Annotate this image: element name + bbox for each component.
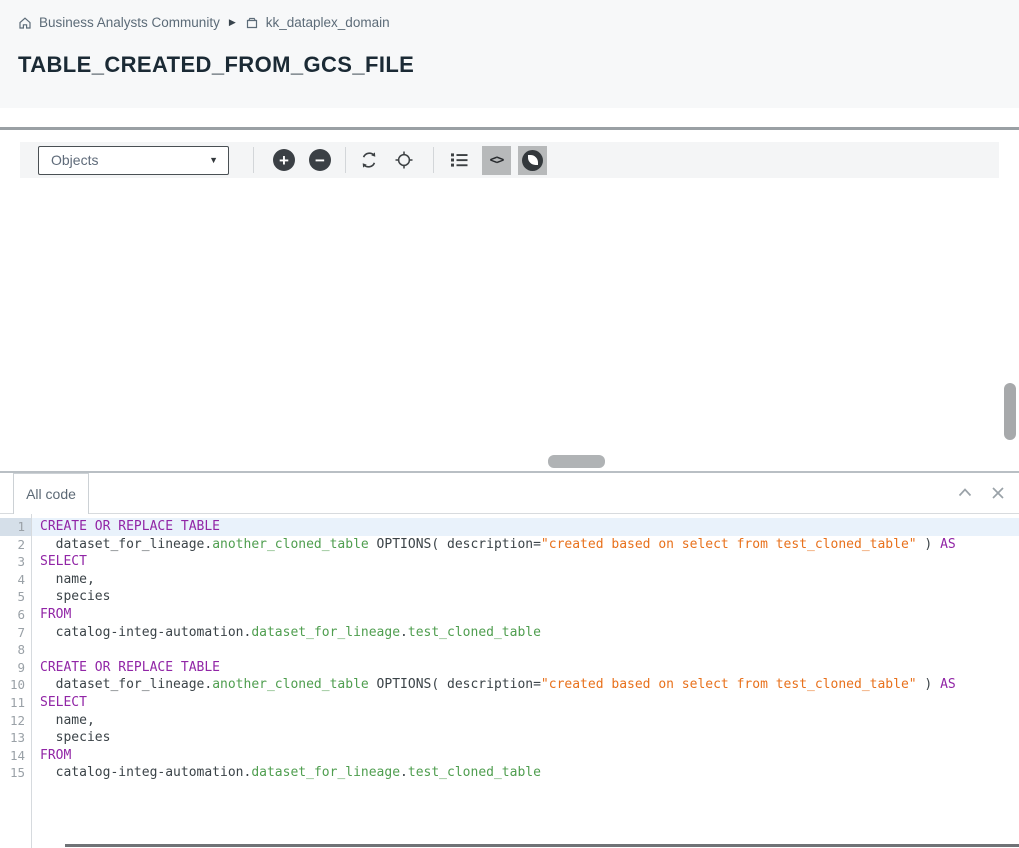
canvas-vertical-scrollbar[interactable]	[1004, 383, 1016, 440]
line-number: 7	[0, 624, 31, 642]
minus-icon: −	[315, 152, 325, 169]
close-icon	[989, 484, 1007, 502]
collapse-panel-button[interactable]	[956, 484, 974, 502]
breadcrumb: Business Analysts Community ▶ kk_dataple…	[18, 15, 390, 30]
code-gutter: 123456789101112131415	[0, 514, 32, 848]
panel-resize-handle[interactable]	[548, 455, 605, 468]
breadcrumb-domain-link[interactable]: kk_dataplex_domain	[266, 15, 390, 30]
line-number: 9	[0, 659, 31, 677]
line-number: 8	[0, 641, 31, 659]
refresh-layout-button[interactable]	[359, 150, 379, 170]
code-line[interactable]: FROM	[32, 747, 1019, 765]
pen-icon	[522, 150, 543, 171]
code-line[interactable]: catalog-integ-automation.dataset_for_lin…	[32, 764, 1019, 782]
code-line[interactable]: species	[32, 729, 1019, 747]
page-header: Business Analysts Community ▶ kk_dataple…	[0, 0, 1019, 108]
line-number: 12	[0, 712, 31, 730]
plus-icon: +	[279, 152, 289, 169]
tab-all-code-label: All code	[26, 486, 76, 502]
code-panel-tabbar: All code	[0, 473, 1019, 514]
lineage-toolbar: Objects ▼ + −	[20, 142, 999, 178]
zoom-out-button[interactable]: −	[309, 149, 331, 171]
view-mode-value: Objects	[51, 152, 98, 168]
code-line[interactable]: CREATE OR REPLACE TABLE	[32, 659, 1019, 677]
code-line[interactable]: dataset_for_lineage.another_cloned_table…	[32, 536, 1019, 554]
breadcrumb-community-label: Business Analysts Community	[39, 15, 220, 30]
line-number: 11	[0, 694, 31, 712]
code-editor: 123456789101112131415 CREATE OR REPLACE …	[0, 514, 1019, 848]
code-line[interactable]: catalog-integ-automation.dataset_for_lin…	[32, 624, 1019, 642]
breadcrumb-domain-label: kk_dataplex_domain	[266, 15, 390, 30]
line-number: 13	[0, 729, 31, 747]
domain-icon	[245, 16, 259, 30]
line-number: 15	[0, 764, 31, 782]
breadcrumb-community-link[interactable]: Business Analysts Community	[39, 15, 220, 30]
tab-all-code[interactable]: All code	[13, 473, 89, 514]
line-number: 5	[0, 588, 31, 606]
lineage-canvas[interactable]: DATASET_FOR_LINEAGE.TEST_CLONED_TABLE DA…	[0, 178, 1019, 471]
code-line[interactable]: name,	[32, 712, 1019, 730]
line-number: 4	[0, 571, 31, 589]
line-number: 3	[0, 553, 31, 571]
view-mode-select[interactable]: Objects ▼	[38, 146, 229, 175]
trace-pen-button[interactable]	[518, 146, 547, 175]
list-view-button[interactable]	[449, 150, 469, 170]
chevron-up-icon	[956, 484, 974, 502]
line-number: 2	[0, 536, 31, 554]
list-icon	[449, 150, 469, 170]
page-title: TABLE_CREATED_FROM_GCS_FILE	[18, 52, 414, 78]
code-line[interactable]: CREATE OR REPLACE TABLE	[32, 518, 1019, 536]
zoom-in-button[interactable]: +	[273, 149, 295, 171]
code-line[interactable]	[32, 641, 1019, 659]
code-icon: <>	[490, 153, 504, 168]
fit-to-view-button[interactable]	[394, 150, 414, 170]
refresh-icon	[359, 150, 379, 170]
line-number: 14	[0, 747, 31, 765]
breadcrumb-separator-icon: ▶	[227, 18, 238, 27]
toolbar-divider	[345, 147, 346, 173]
line-number: 6	[0, 606, 31, 624]
community-icon	[18, 16, 32, 30]
code-line[interactable]: dataset_for_lineage.another_cloned_table…	[32, 676, 1019, 694]
toolbar-divider	[433, 147, 434, 173]
code-line[interactable]: SELECT	[32, 694, 1019, 712]
line-number: 10	[0, 676, 31, 694]
header-splitter-bar[interactable]	[0, 127, 1019, 130]
code-line[interactable]: FROM	[32, 606, 1019, 624]
code-lines: CREATE OR REPLACE TABLE dataset_for_line…	[32, 514, 1019, 848]
line-number: 1	[0, 518, 31, 536]
code-horizontal-scrollbar[interactable]	[65, 844, 1019, 847]
show-code-button[interactable]: <>	[482, 146, 511, 175]
code-panel: All code 123456789101112131415 CREATE OR…	[0, 471, 1019, 848]
code-line[interactable]: species	[32, 588, 1019, 606]
toolbar-divider	[253, 147, 254, 173]
close-panel-button[interactable]	[989, 484, 1007, 502]
code-line[interactable]: name,	[32, 571, 1019, 589]
chevron-down-icon: ▼	[209, 155, 218, 165]
crosshair-icon	[394, 150, 414, 170]
code-line[interactable]: SELECT	[32, 553, 1019, 571]
